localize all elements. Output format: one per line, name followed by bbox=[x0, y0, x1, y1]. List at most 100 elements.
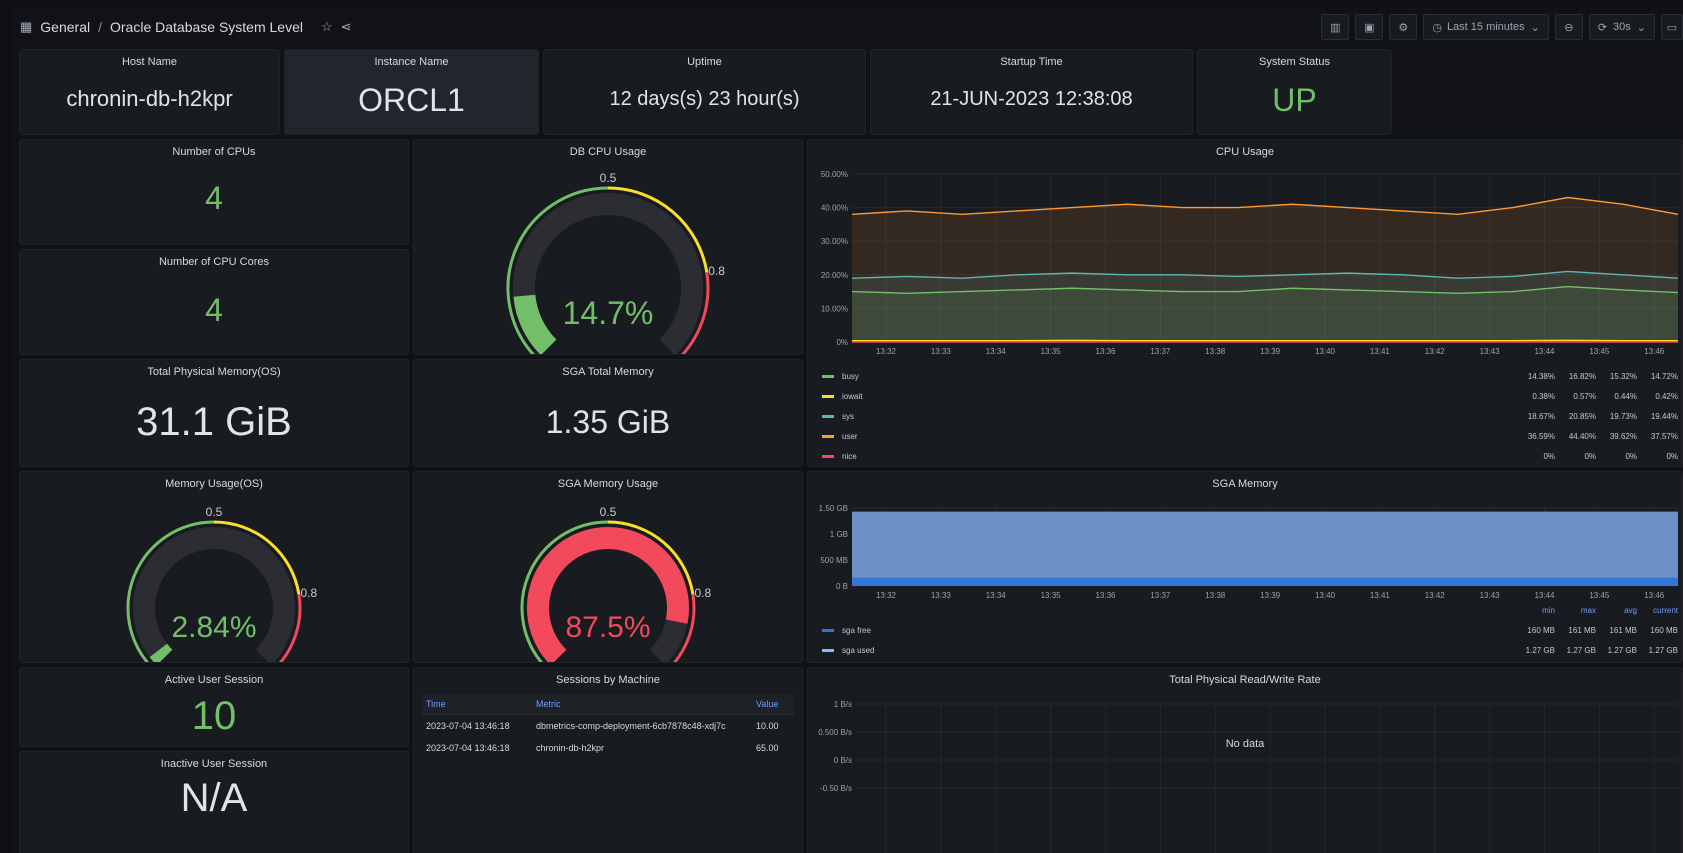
x-tick-label: 13:44 bbox=[1534, 347, 1555, 356]
panel-uptime[interactable]: Uptime 12 days(s) 23 hour(s) bbox=[543, 49, 866, 135]
legend-label: sga used bbox=[842, 645, 875, 655]
dashboards-grid-icon[interactable]: ▦ bbox=[20, 19, 32, 35]
panel-sga-memory[interactable]: SGA Memory 1.50 GB 1 GB 500 MB 0 B 13:32 13:3… bbox=[807, 471, 1683, 663]
gauge-tick-mid: 0.5 bbox=[206, 505, 223, 519]
sga-memory-gauge: 0.50.80187.5% bbox=[520, 505, 711, 662]
time-range-picker[interactable]: ◷ Last 15 minutes ⌄ bbox=[1423, 14, 1549, 40]
panel-sessions-by-machine[interactable]: Sessions by Machine Time Metric Value 20… bbox=[413, 667, 803, 853]
legend-swatch bbox=[822, 414, 834, 418]
legend-item-iowait[interactable]: iowait 0.38% 0.57% 0.44% 0.42% bbox=[822, 386, 1678, 406]
legend-value: 19.73% bbox=[1609, 411, 1637, 421]
tv-mode-button[interactable]: ▭ bbox=[1661, 14, 1683, 40]
table-row[interactable]: 2023-07-04 13:46:18 dbmetrics-comp-deplo… bbox=[422, 714, 794, 737]
legend-swatch bbox=[822, 648, 834, 652]
legend-col-current[interactable]: current bbox=[1637, 606, 1678, 615]
panel-sga-total-memory[interactable]: SGA Total Memory 1.35 GiB bbox=[413, 359, 803, 467]
panel-read-write-rate[interactable]: Total Physical Read/Write Rate 1 B/s 0.50… bbox=[807, 667, 1683, 853]
db-cpu-gauge: 0.50.80114.7% bbox=[506, 171, 725, 354]
legend-item-nice[interactable]: nice 0% 0% 0% 0% bbox=[822, 446, 1678, 466]
y-tick-label: 1.50 GB bbox=[819, 504, 848, 513]
legend-value: 160 MB bbox=[1650, 625, 1678, 635]
sga-memory-legend: sga free 160 MB 161 MB 161 MB 160 MB sga used… bbox=[822, 620, 1678, 660]
x-tick-label: 13:38 bbox=[1205, 347, 1226, 356]
y-tick-label: 20.00% bbox=[821, 271, 848, 280]
legend-item-sys[interactable]: sys 18.67% 20.85% 19.73% 19.44% bbox=[822, 406, 1678, 426]
legend-col-max[interactable]: max bbox=[1555, 606, 1596, 615]
gauge-value-text: 87.5% bbox=[565, 611, 650, 644]
panel-host-name[interactable]: Host Name chronin-db-h2kpr bbox=[19, 49, 280, 135]
legend-swatch bbox=[822, 628, 834, 632]
cpus-value: 4 bbox=[205, 180, 223, 216]
x-tick-label: 13:39 bbox=[1260, 591, 1281, 600]
panel-sga-memory-usage[interactable]: SGA Memory Usage 0.50.80187.5% bbox=[413, 471, 803, 663]
settings-button[interactable]: ⚙ bbox=[1389, 14, 1418, 40]
panel-number-of-cpus[interactable]: Number of CPUs 4 bbox=[19, 139, 409, 245]
legend-col-min[interactable]: min bbox=[1514, 606, 1555, 615]
legend-item-busy[interactable]: busy 14.38% 16.82% 15.32% 14.72% bbox=[822, 366, 1678, 386]
table-row[interactable]: 2023-07-04 13:46:18 chronin-db-h2kpr 65.… bbox=[422, 737, 794, 759]
x-tick-label: 13:38 bbox=[1205, 591, 1226, 600]
zoom-out-button[interactable]: ⊖ bbox=[1554, 14, 1583, 40]
x-tick-label: 13:32 bbox=[876, 591, 897, 600]
star-icon[interactable]: ☆ bbox=[321, 19, 333, 35]
memory-usage-gauge: 0.50.8012.84% bbox=[126, 505, 317, 662]
panel-memory-usage-os[interactable]: Memory Usage(OS) 0.50.8012.84% bbox=[19, 471, 409, 663]
panel-db-cpu-usage[interactable]: DB CPU Usage 0.50.80114.7% bbox=[413, 139, 803, 355]
gauge-tick-warn: 0.8 bbox=[300, 586, 317, 600]
clock-icon: ◷ bbox=[1432, 21, 1442, 34]
cell-time: 2023-07-04 13:46:18 bbox=[426, 720, 510, 731]
legend-value: 160 MB bbox=[1527, 625, 1555, 635]
legend-value: 1.27 GB bbox=[1525, 645, 1555, 655]
panel-title: Number of CPUs bbox=[172, 146, 256, 158]
column-header-time[interactable]: Time bbox=[422, 694, 532, 715]
add-panel-button[interactable]: ▥ bbox=[1321, 14, 1350, 40]
legend-value: 0% bbox=[1543, 451, 1555, 461]
legend-value: 20.85% bbox=[1568, 411, 1596, 421]
x-tick-label: 13:43 bbox=[1480, 347, 1501, 356]
x-tick-label: 13:37 bbox=[1150, 591, 1171, 600]
legend-col-avg[interactable]: avg bbox=[1596, 606, 1637, 615]
panel-title: System Status bbox=[1259, 56, 1330, 68]
top-bar: ▦ General / Oracle Database System Level… bbox=[12, 7, 1683, 47]
save-dashboard-button[interactable]: ▣ bbox=[1355, 14, 1384, 40]
legend-value: 14.72% bbox=[1650, 371, 1678, 381]
gauge-tick-mid: 0.5 bbox=[600, 505, 617, 519]
legend-label: sga free bbox=[842, 625, 871, 635]
legend-value: 19.44% bbox=[1650, 411, 1678, 421]
x-tick-label: 13:43 bbox=[1480, 591, 1501, 600]
dashboard-page: ▦ General / Oracle Database System Level… bbox=[12, 7, 1683, 853]
panel-cpu-usage[interactable]: CPU Usage 50.00% 40.00% 30.00% 20.00% 10.00%… bbox=[807, 139, 1683, 467]
x-tick-label: 13:46 bbox=[1644, 347, 1665, 356]
panel-instance-name[interactable]: Instance Name ORCL1 bbox=[284, 49, 539, 135]
share-icon[interactable]: ⋖ bbox=[341, 19, 352, 35]
zoom-out-icon: ⊖ bbox=[1564, 21, 1574, 34]
panel-inactive-user-session[interactable]: Inactive User Session N/A bbox=[19, 751, 409, 853]
panel-active-user-session[interactable]: Active User Session 10 bbox=[19, 667, 409, 747]
y-tick-label: 1 GB bbox=[830, 530, 848, 539]
panel-total-physical-memory[interactable]: Total Physical Memory(OS) 31.1 GiB bbox=[19, 359, 409, 467]
panel-system-status[interactable]: System Status UP bbox=[1197, 49, 1392, 135]
refresh-button[interactable]: ⟳ 30s ⌄ bbox=[1588, 14, 1655, 40]
x-tick-label: 13:33 bbox=[931, 591, 952, 600]
x-tick-label: 13:46 bbox=[1644, 591, 1665, 600]
column-header-value[interactable]: Value bbox=[752, 694, 794, 715]
series-area-sga-free bbox=[852, 577, 1678, 586]
column-header-metric[interactable]: Metric bbox=[532, 694, 752, 715]
panel-title: DB CPU Usage bbox=[569, 146, 647, 158]
chevron-down-icon: ⌄ bbox=[1636, 21, 1646, 34]
dashboard-title[interactable]: Oracle Database System Level bbox=[110, 19, 303, 35]
legend-item-user[interactable]: user 36.59% 44.40% 39.62% 37.57% bbox=[822, 426, 1678, 446]
panel-title: Active User Session bbox=[164, 674, 264, 686]
gauge-tick-warn: 0.8 bbox=[708, 264, 725, 278]
legend-item-sga-used[interactable]: sga used 1.27 GB 1.27 GB 1.27 GB 1.27 GB bbox=[822, 640, 1678, 660]
y-tick-label: 0 B/s bbox=[834, 756, 852, 765]
legend-item-sga-free[interactable]: sga free 160 MB 161 MB 161 MB 160 MB bbox=[822, 620, 1678, 640]
panel-startup-time[interactable]: Startup Time 21-JUN-2023 12:38:08 bbox=[870, 49, 1193, 135]
gauge-value-text: 2.84% bbox=[171, 611, 256, 644]
legend-value: 36.59% bbox=[1527, 431, 1555, 441]
startup-time-value: 21-JUN-2023 12:38:08 bbox=[930, 88, 1133, 110]
save-icon: ▣ bbox=[1364, 21, 1375, 34]
x-tick-label: 13:34 bbox=[986, 347, 1007, 356]
panel-number-of-cpu-cores[interactable]: Number of CPU Cores 4 bbox=[19, 249, 409, 355]
breadcrumb-home[interactable]: General bbox=[40, 19, 90, 35]
